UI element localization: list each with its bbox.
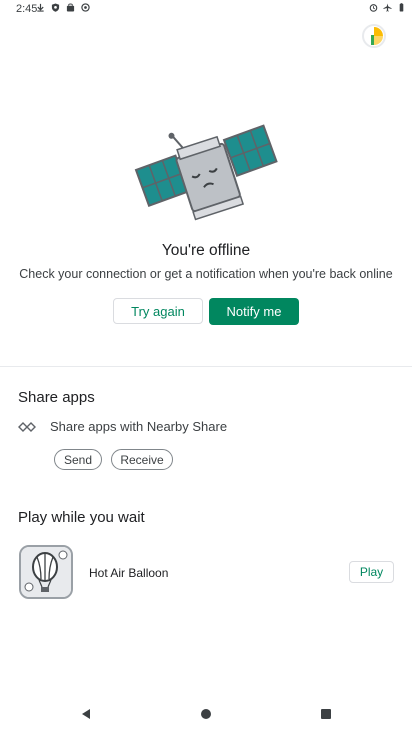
back-icon[interactable]: [80, 708, 92, 720]
bag-icon: [66, 3, 75, 12]
avatar-image: [365, 27, 383, 45]
play-button[interactable]: Play: [349, 561, 394, 583]
nearby-share-row[interactable]: Share apps with Nearby Share: [18, 419, 227, 434]
nearby-share-icon: [18, 421, 36, 432]
navigation-bar: [0, 698, 412, 732]
nearby-share-label: Share apps with Nearby Share: [50, 419, 228, 434]
offline-subtitle: Check your connection or get a notificat…: [19, 267, 393, 281]
send-button[interactable]: Send: [54, 449, 102, 470]
download-icon: [37, 3, 44, 12]
alarm-icon: [369, 4, 378, 12]
notify-me-button[interactable]: Notify me: [209, 298, 299, 325]
share-apps-title: Share apps: [18, 389, 95, 406]
hot-air-balloon-icon: [21, 547, 71, 597]
airplane-icon: [383, 3, 392, 12]
hot-air-balloon-game-icon[interactable]: [19, 545, 73, 599]
status-icons-left: [36, 3, 90, 12]
recents-icon[interactable]: [320, 708, 332, 720]
receive-button[interactable]: Receive: [111, 449, 173, 470]
shield-icon: [51, 3, 60, 12]
sync-icon: [81, 3, 90, 12]
status-time: 2:45: [16, 3, 38, 15]
section-divider: [0, 366, 412, 367]
home-icon[interactable]: [200, 708, 212, 720]
game-name: Hot Air Balloon: [89, 566, 169, 580]
account-avatar[interactable]: [362, 24, 386, 48]
battery-icon: [399, 3, 404, 12]
offline-title: You're offline: [161, 242, 251, 259]
try-again-button[interactable]: Try again: [113, 298, 203, 324]
offline-satellite-illustration: [134, 124, 278, 221]
play-title: Play while you wait: [18, 509, 145, 526]
status-icons-right: [369, 3, 406, 12]
